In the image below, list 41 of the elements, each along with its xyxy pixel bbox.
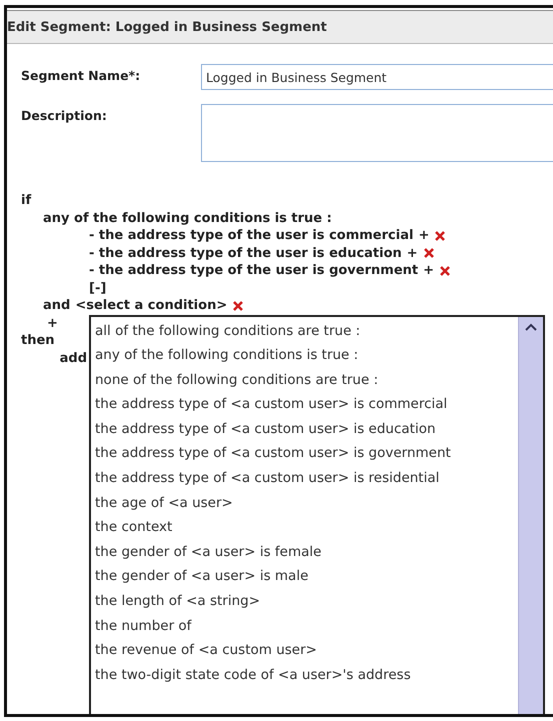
dropdown-option[interactable]: the gender of <a user> is female xyxy=(95,540,518,564)
condition-dropdown-list[interactable] xyxy=(89,314,545,714)
dropdown-option[interactable]: the address type of <a custom user> is residential xyxy=(95,466,518,491)
dropdown-option[interactable]: the revenue of <a custom user> xyxy=(95,638,518,663)
remove-icon[interactable] xyxy=(232,300,244,312)
dropdown-option[interactable]: the length of <a string> xyxy=(95,589,518,614)
select-condition-link[interactable]: <select a condition> xyxy=(75,297,228,314)
then-keyword: then xyxy=(21,332,55,350)
field-label: Segment Name*: xyxy=(21,67,142,83)
field-label: Description: xyxy=(21,107,108,123)
dropdown-option[interactable]: the context xyxy=(95,515,518,540)
condition-text[interactable]: - the address type of the user is education xyxy=(89,244,402,262)
dropdown-option[interactable]: all of the following conditions are true : xyxy=(95,318,518,344)
add-keyword: add xyxy=(60,350,87,367)
if-keyword: if xyxy=(21,192,32,210)
condition-text[interactable]: - the address type of the user is commercial xyxy=(89,227,414,244)
remove-icon[interactable] xyxy=(434,230,446,242)
description-field[interactable] xyxy=(201,104,553,162)
collapse-link[interactable]: [-] xyxy=(89,280,106,297)
dropdown-option[interactable]: the gender of <a user> is male xyxy=(95,564,518,590)
dropdown-option[interactable]: the age of <a user> xyxy=(95,490,518,516)
add-condition-link[interactable]: + xyxy=(418,227,430,244)
dropdown-option[interactable]: the address type of <a custom user> is commercial xyxy=(95,392,518,417)
window-title: Edit Segment: Logged in Business Segment xyxy=(7,20,327,34)
dropdown-option[interactable]: the number of xyxy=(95,614,518,638)
dropdown-option[interactable]: any of the following conditions is true : xyxy=(95,343,518,368)
and-keyword: and xyxy=(43,297,70,314)
scroll-up-icon[interactable] xyxy=(525,322,537,330)
condition-text[interactable]: - the address type of the user is government xyxy=(89,262,418,280)
segment-name-field[interactable]: Logged in Business Segment xyxy=(201,64,553,90)
remove-icon[interactable] xyxy=(439,264,452,277)
dropdown-option[interactable]: the address type of <a custom user> is education xyxy=(95,416,518,442)
scrollbar[interactable] xyxy=(518,316,543,714)
dropdown-option[interactable]: the address type of <a custom user> is government xyxy=(95,441,518,466)
add-link[interactable]: + xyxy=(47,314,58,332)
add-condition-link[interactable]: + xyxy=(406,244,418,262)
remove-icon[interactable] xyxy=(422,247,435,260)
add-condition-link[interactable]: + xyxy=(423,262,434,280)
group-condition[interactable]: any of the following conditions is true : xyxy=(43,210,332,227)
dropdown-option[interactable]: none of the following conditions are true : xyxy=(95,368,518,392)
dropdown-option[interactable]: the two-digit state code of <a user>'s address xyxy=(95,662,518,688)
